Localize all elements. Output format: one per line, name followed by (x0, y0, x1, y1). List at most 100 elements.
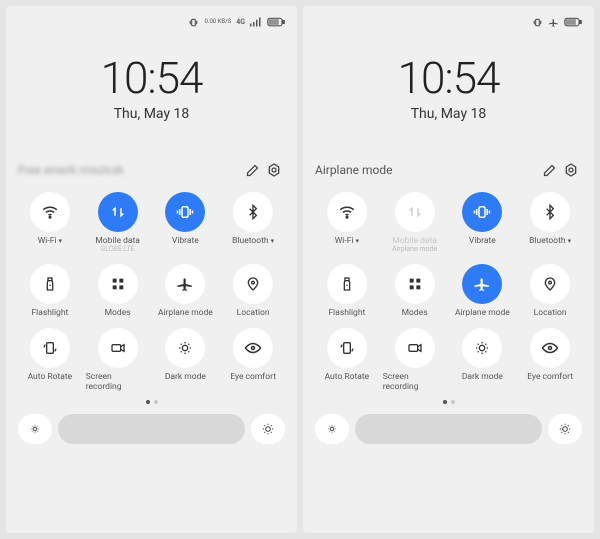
screenrec-icon (407, 340, 423, 356)
clock-time: 10:54 (315, 52, 582, 104)
tile-label: Flashlight (328, 308, 365, 318)
chevron-down-icon: ▾ (271, 237, 275, 245)
brightness-low-button[interactable] (18, 414, 52, 444)
tile-label: Eye comfort (527, 372, 573, 382)
tile-eyecomfort: Eye comfort (518, 328, 582, 392)
tile-airplane: Airplane mode (451, 264, 515, 318)
autorotate-toggle[interactable] (30, 328, 70, 368)
tile-label: Vibrate (469, 236, 496, 246)
status-airplane-icon (548, 17, 559, 28)
mobiledata-toggle[interactable] (395, 192, 435, 232)
bluetooth-icon (245, 204, 261, 220)
tile-label: Dark mode (165, 372, 206, 382)
edit-button[interactable] (538, 159, 560, 181)
autorotate-toggle[interactable] (327, 328, 367, 368)
page-dot (451, 400, 455, 404)
location-icon (542, 276, 558, 292)
tile-label: Auto Rotate (28, 372, 73, 382)
tile-screenrec: Screen recording (383, 328, 447, 392)
darkmode-toggle[interactable] (462, 328, 502, 368)
tile-darkmode: Dark mode (154, 328, 218, 392)
panel-header: Airplane mode (315, 158, 582, 182)
quick-settings-panel: 10:54 Thu, May 18 Airplane mode Wi-Fi ▾ (303, 6, 594, 533)
eyecomfort-icon (244, 339, 262, 357)
status-vibrate-icon (188, 17, 199, 28)
edit-button[interactable] (241, 159, 263, 181)
flashlight-icon (42, 276, 58, 292)
tile-label: Vibrate (172, 236, 199, 246)
clock-area: 10:54 Thu, May 18 (18, 52, 285, 122)
airplane-icon (176, 275, 194, 293)
tile-wifi: Wi-Fi ▾ (315, 192, 379, 254)
brightness-high-button[interactable] (548, 414, 582, 444)
tiles-grid: Wi-Fi ▾ Mobile data GLOBE LTE (18, 192, 285, 392)
tile-modes: Modes (86, 264, 150, 318)
tile-screenrec: Screen recording (86, 328, 150, 392)
eyecomfort-toggle[interactable] (530, 328, 570, 368)
brightness-low-button[interactable] (315, 414, 349, 444)
brightness-row (315, 414, 582, 444)
tile-label: Eye comfort (230, 372, 276, 382)
airplane-toggle[interactable] (462, 264, 502, 304)
tile-label: Bluetooth ▾ (529, 236, 571, 246)
modes-toggle[interactable] (98, 264, 138, 304)
bluetooth-icon (542, 204, 558, 220)
location-icon (245, 276, 261, 292)
clock-time: 10:54 (18, 52, 285, 104)
bluetooth-toggle[interactable] (233, 192, 273, 232)
tile-label: Wi-Fi ▾ (38, 236, 62, 246)
airplane-toggle[interactable] (165, 264, 205, 304)
settings-button[interactable] (560, 159, 582, 181)
darkmode-toggle[interactable] (165, 328, 205, 368)
screenrec-toggle[interactable] (395, 328, 435, 368)
wifi-toggle[interactable] (30, 192, 70, 232)
tiles-grid: Wi-Fi ▾ Mobile data Airplane mode (315, 192, 582, 392)
autorotate-icon (339, 340, 355, 356)
vibrate-toggle[interactable] (165, 192, 205, 232)
tile-bluetooth: Bluetooth ▾ (221, 192, 285, 254)
bluetooth-toggle[interactable] (530, 192, 570, 232)
brightness-slider[interactable] (355, 414, 542, 444)
flashlight-toggle[interactable] (30, 264, 70, 304)
wifi-icon (41, 203, 59, 221)
brightness-high-button[interactable] (251, 414, 285, 444)
tile-label: Location (237, 308, 270, 318)
clock-date: Thu, May 18 (18, 106, 285, 122)
tile-label: Flashlight (31, 308, 68, 318)
modes-toggle[interactable] (395, 264, 435, 304)
tile-location: Location (221, 264, 285, 318)
modes-icon (407, 276, 423, 292)
status-bar (315, 14, 582, 30)
tile-autorotate: Auto Rotate (18, 328, 82, 392)
location-toggle[interactable] (233, 264, 273, 304)
vibrate-icon (176, 203, 194, 221)
status-bar: 0.00 KB/S4G (18, 14, 285, 30)
tile-vibrate: Vibrate (154, 192, 218, 254)
wifi-toggle[interactable] (327, 192, 367, 232)
brightness-slider[interactable] (58, 414, 245, 444)
tile-mobiledata: Mobile data GLOBE LTE (86, 192, 150, 254)
mobiledata-icon (406, 203, 424, 221)
brightness-row (18, 414, 285, 444)
settings-button[interactable] (263, 159, 285, 181)
vibrate-icon (473, 203, 491, 221)
tile-label: Modes (105, 308, 131, 318)
status-signal-icon (250, 17, 262, 27)
vibrate-toggle[interactable] (462, 192, 502, 232)
tile-vibrate: Vibrate (451, 192, 515, 254)
flashlight-toggle[interactable] (327, 264, 367, 304)
page-dot (146, 400, 150, 404)
location-toggle[interactable] (530, 264, 570, 304)
status-battery-icon (564, 17, 582, 27)
mobiledata-toggle[interactable] (98, 192, 138, 232)
eyecomfort-toggle[interactable] (233, 328, 273, 368)
tile-label: Screen recording (383, 372, 447, 392)
chevron-down-icon: ▾ (355, 237, 359, 245)
tile-label: Airplane mode (455, 308, 510, 318)
tile-label: Screen recording (86, 372, 150, 392)
status-speed: 0.00 KB/S (204, 19, 231, 25)
modes-icon (110, 276, 126, 292)
chevron-down-icon: ▾ (568, 237, 572, 245)
tile-mobiledata: Mobile data Airplane mode (383, 192, 447, 254)
screenrec-toggle[interactable] (98, 328, 138, 368)
